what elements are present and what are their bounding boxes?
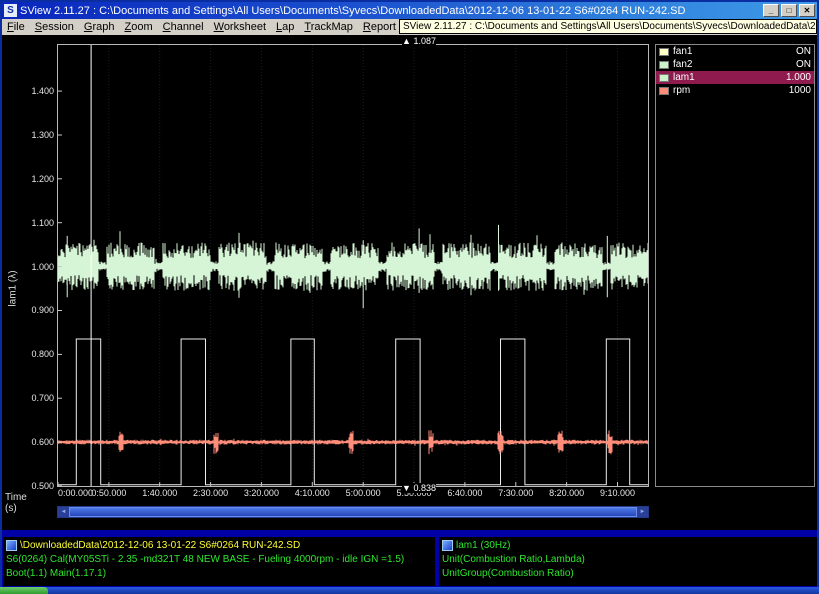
y-tick-label: 0.700 xyxy=(4,393,54,403)
y-tick-label: 0.800 xyxy=(4,349,54,359)
menu-item-worksheet[interactable]: Worksheet xyxy=(209,20,271,34)
minimize-button[interactable]: _ xyxy=(763,4,779,17)
up-triangle-icon: ▲ xyxy=(402,36,411,46)
y-tick-label: 0.600 xyxy=(4,437,54,447)
max-marker: ▲ 1.087 xyxy=(402,36,436,46)
x-tick-label: 1:40.000 xyxy=(142,488,177,498)
y-tick-label: 1.300 xyxy=(4,130,54,140)
y-tick-label: 1.200 xyxy=(4,174,54,184)
channel-name: rpm xyxy=(673,85,789,96)
y-tick-label: 1.400 xyxy=(4,86,54,96)
y-tick-label: 0.500 xyxy=(4,481,54,491)
menu-item-lap[interactable]: Lap xyxy=(271,20,299,34)
channel-row-fan1[interactable]: fan1ON xyxy=(656,45,814,58)
menu-item-file[interactable]: File xyxy=(2,20,30,34)
menu-item-graph[interactable]: Graph xyxy=(79,20,120,34)
channel-value: ON xyxy=(796,59,811,70)
window-controls: _ □ ✕ xyxy=(763,4,815,17)
x-axis-title-line1: Time xyxy=(5,492,27,503)
log-file-icon xyxy=(6,540,17,551)
status-bar: \DownloadedData\2012-12-06 13-01-22 S6#0… xyxy=(2,530,817,587)
channel-swatch xyxy=(659,61,669,69)
horizontal-scrollbar[interactable]: ◄ ► xyxy=(57,506,649,518)
channel-value: 1000 xyxy=(789,85,811,96)
x-tick-label: 6:40.000 xyxy=(447,488,482,498)
channel-info-lines: lam1 (30Hz)Unit(Combustion Ratio,Lambda)… xyxy=(442,539,814,581)
channel-name: lam1 xyxy=(673,72,786,83)
channel-row-lam1[interactable]: lam11.000 xyxy=(656,71,814,84)
x-tick-label: 4:10.000 xyxy=(295,488,330,498)
os-taskbar xyxy=(0,587,819,594)
x-tick-label: 2:30.000 xyxy=(193,488,228,498)
channel-swatch xyxy=(659,87,669,95)
x-tick-label: 3:20.000 xyxy=(244,488,279,498)
menu-item-session[interactable]: Session xyxy=(30,20,79,34)
status-line: lam1 (30Hz) xyxy=(442,539,814,553)
chart-client: lam1 (λ) 1.4001.3001.2001.1001.0000.9000… xyxy=(2,35,817,530)
channel-row-rpm[interactable]: rpm1000 xyxy=(656,84,814,97)
x-axis-title-line2: (s) xyxy=(5,503,27,514)
channel-row-fan2[interactable]: fan2ON xyxy=(656,58,814,71)
menu-item-trackmap[interactable]: TrackMap xyxy=(299,20,358,34)
min-marker: ▼ 0.838 xyxy=(402,483,436,493)
log-info-panel: \DownloadedData\2012-12-06 13-01-22 S6#0… xyxy=(3,537,435,586)
x-tick-label: 8:20.000 xyxy=(549,488,584,498)
channel-swatch xyxy=(659,48,669,56)
channel-value: ON xyxy=(796,46,811,57)
scroll-left-icon[interactable]: ◄ xyxy=(58,507,69,517)
menu-item-report[interactable]: Report xyxy=(358,20,401,34)
status-line: S6(0264) Cal(MY05STi - 2.35 -md321T 48 N… xyxy=(6,553,432,567)
menu-item-zoom[interactable]: Zoom xyxy=(119,20,157,34)
channel-info-icon xyxy=(442,540,453,551)
x-axis-title: Time (s) xyxy=(5,492,27,514)
y-axis-title: lam1 (λ) xyxy=(8,259,19,319)
channel-list: fan1ONfan2ONlam11.000rpm1000 xyxy=(656,45,814,97)
sview-window: S SView 2.11.27 : C:\Documents and Setti… xyxy=(0,0,819,594)
status-line: Unit(Combustion Ratio,Lambda) xyxy=(442,553,814,567)
max-marker-value: 1.087 xyxy=(413,36,436,46)
channel-name: fan1 xyxy=(673,46,796,57)
min-marker-value: 0.838 xyxy=(413,483,436,493)
y-tick-label: 1.100 xyxy=(4,218,54,228)
x-axis-labels: 0:00.0000:50.000 1:40.000 2:30.000 3:20.000… xyxy=(57,488,649,500)
scroll-right-icon[interactable]: ► xyxy=(637,507,648,517)
window-title: SView 2.11.27 : C:\Documents and Setting… xyxy=(20,5,760,17)
down-triangle-icon: ▼ xyxy=(402,483,411,493)
log-info-lines: \DownloadedData\2012-12-06 13-01-22 S6#0… xyxy=(6,539,432,581)
status-line: Boot(1.1) Main(1.17.1) xyxy=(6,567,432,581)
channel-name: fan2 xyxy=(673,59,796,70)
x-tick-label: 9:10.000 xyxy=(600,488,635,498)
channel-panel: fan1ONfan2ONlam11.000rpm1000 xyxy=(655,44,815,487)
start-button[interactable] xyxy=(0,587,48,594)
maximize-button[interactable]: □ xyxy=(781,4,797,17)
channel-swatch xyxy=(659,74,669,82)
x-tick-label: 7:30.000 xyxy=(498,488,533,498)
plot-svg xyxy=(58,45,648,486)
title-tooltip: SView 2.11.27 : C:\Documents and Setting… xyxy=(399,19,817,34)
channel-info-panel: lam1 (30Hz)Unit(Combustion Ratio,Lambda)… xyxy=(439,537,817,586)
x-tick-label: 0:50.000 xyxy=(91,488,126,498)
x-tick-label: 0:00.000 xyxy=(58,488,93,498)
scrollbar-thumb[interactable] xyxy=(69,507,637,517)
plot-area[interactable] xyxy=(57,44,649,487)
menu-item-channel[interactable]: Channel xyxy=(158,20,209,34)
status-line: UnitGroup(Combustion Ratio) xyxy=(442,567,814,581)
channel-value: 1.000 xyxy=(786,72,811,83)
x-tick-label: 5:00.000 xyxy=(346,488,381,498)
close-button[interactable]: ✕ xyxy=(799,4,815,17)
status-line: \DownloadedData\2012-12-06 13-01-22 S6#0… xyxy=(6,539,432,553)
title-bar[interactable]: S SView 2.11.27 : C:\Documents and Setti… xyxy=(2,2,817,19)
app-icon: S xyxy=(4,4,17,17)
